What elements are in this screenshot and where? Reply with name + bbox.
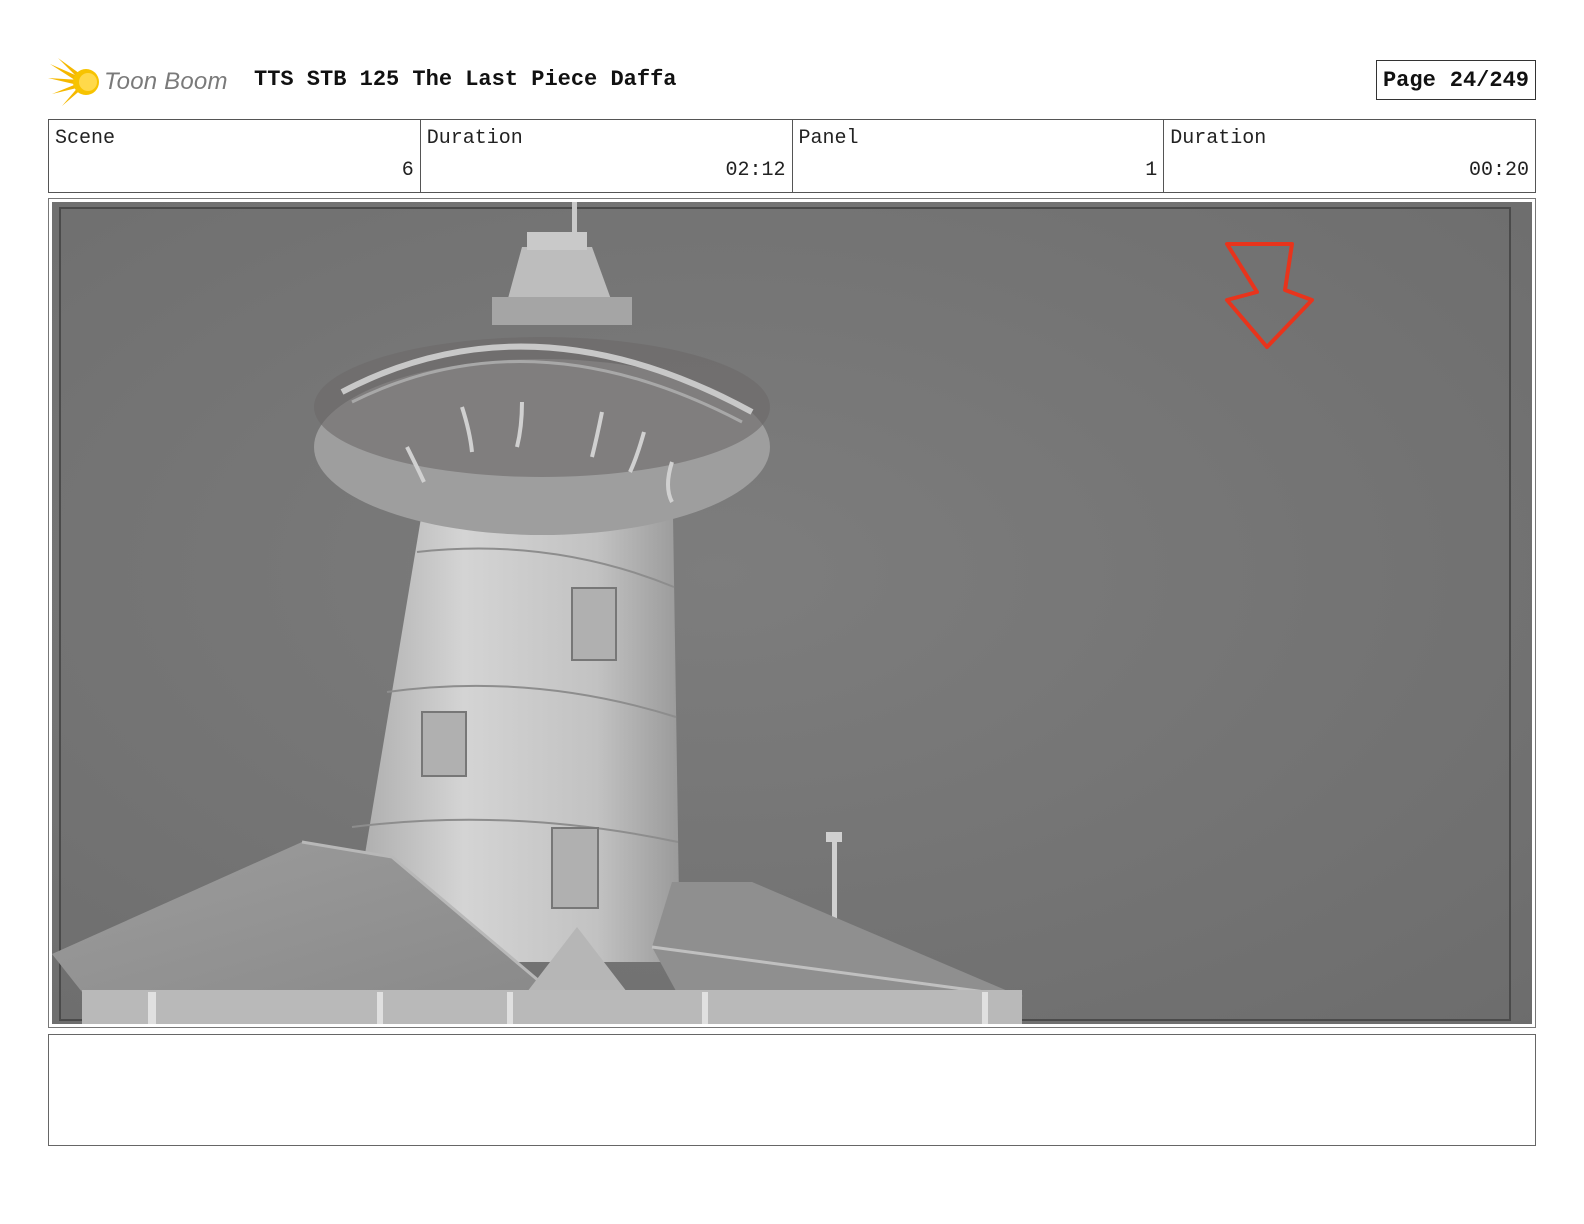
utility-pole-top	[826, 832, 842, 842]
utility-pole	[832, 832, 837, 922]
scene-duration-value: 02:12	[725, 159, 786, 182]
lightning-rod	[572, 202, 577, 236]
page-number: 24/249	[1449, 67, 1529, 93]
page-header: Toon Boom TTS STB 125 The Last Piece Daf…	[48, 52, 1536, 108]
panel-duration-label: Duration	[1170, 127, 1267, 150]
brand-name: Toon Boom	[104, 68, 228, 95]
page-label: Page	[1382, 67, 1436, 93]
toon-boom-logo: Toon Boom	[48, 56, 238, 108]
lantern-base	[492, 297, 632, 325]
panel-value: 1	[1145, 159, 1158, 182]
gallery-disc-top	[314, 337, 770, 477]
window	[551, 827, 599, 909]
scene-value: 6	[401, 159, 414, 182]
lighthouse-scene	[52, 202, 1532, 1024]
scene-duration-cell: Duration 02:12	[421, 120, 793, 192]
starburst-icon	[48, 58, 99, 106]
scene-label: Scene	[55, 127, 116, 150]
notes-area	[48, 1034, 1536, 1146]
panel-cell: Panel 1	[793, 120, 1165, 192]
window	[571, 587, 617, 661]
scene-duration-label: Duration	[426, 127, 523, 150]
page-indicator: Page 24/249	[1375, 60, 1536, 100]
storyboard-panel	[48, 198, 1536, 1028]
panel-label: Panel	[798, 127, 859, 150]
lantern-cap	[527, 232, 587, 250]
panel-image	[52, 202, 1532, 1024]
document-title: TTS STB 125 The Last Piece Daffa	[254, 67, 677, 92]
building-wall	[82, 990, 1022, 1024]
scene-cell: Scene 6	[49, 120, 421, 192]
panel-duration-cell: Duration 00:20	[1164, 120, 1535, 192]
panel-duration-value: 00:20	[1468, 159, 1529, 182]
panel-info-table: Scene 6 Duration 02:12 Panel 1 Duration …	[48, 119, 1536, 193]
window	[421, 711, 467, 777]
